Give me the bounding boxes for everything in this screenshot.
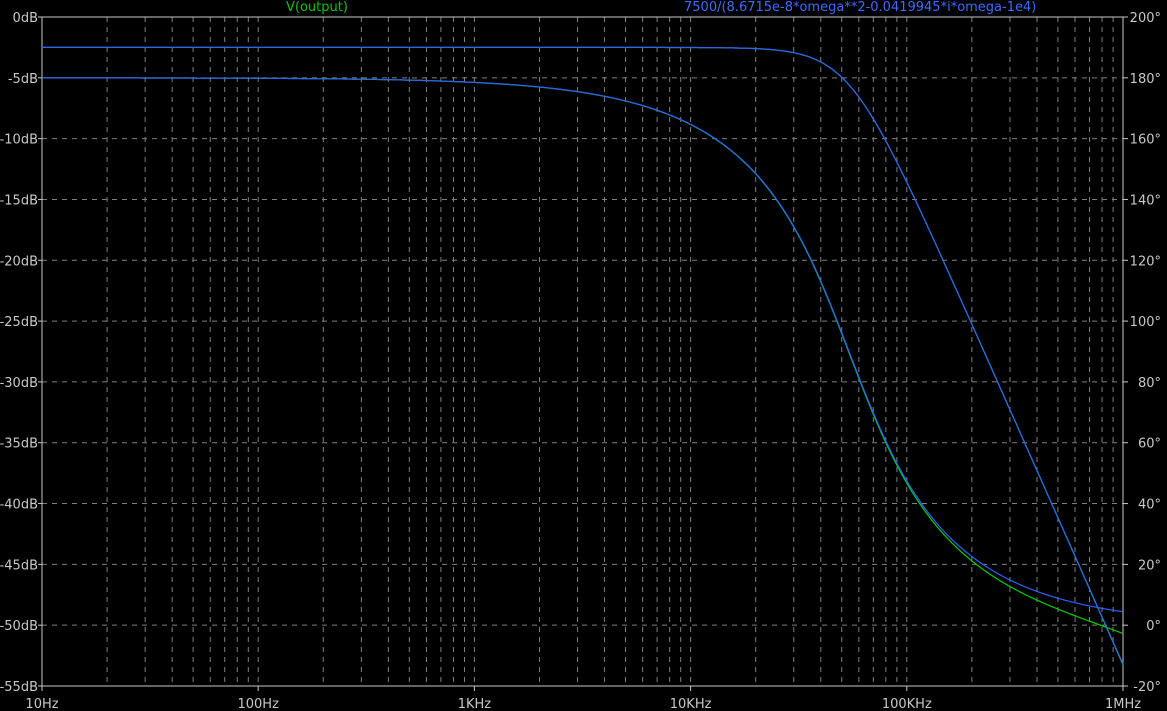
y-left-tick-label: -20dB [0, 254, 38, 269]
plot-frame [41, 16, 1124, 687]
y-left-tick-label: -25dB [0, 315, 38, 330]
x-tick-label: 10Hz [25, 697, 58, 711]
y-left-tick-label: -55dB [0, 680, 38, 695]
y-left-tick-label: -35dB [0, 437, 38, 452]
y-right-tick-label: 200° [1130, 11, 1161, 26]
y-left-tick-label: -30dB [0, 376, 38, 391]
bode-plot: 0dB -5dB -10dB -15dB -20dB -25dB -30dB -35dB -40… [0, 11, 1161, 711]
y-left-tick-label: -40dB [0, 498, 38, 513]
y-left-tick-label: -45dB [0, 558, 38, 573]
x-tick-label: 100KHz [882, 697, 932, 711]
x-tick-label: 1MHz [1105, 697, 1141, 711]
y-right-tick-label: 20° [1138, 558, 1161, 573]
grid [42, 17, 1123, 686]
y-right-tick-label: 0° [1146, 619, 1161, 634]
y-left-tick-label: -15dB [0, 193, 38, 208]
magnitude-curve-v-output [42, 46, 1124, 666]
y-right-tick-label: -20° [1133, 680, 1161, 695]
y-left-tick-label: 0dB [13, 11, 38, 26]
y-right-tick-label: 180° [1130, 72, 1161, 87]
y-right-tick-label: 140° [1130, 193, 1161, 208]
x-tick-label: 100Hz [237, 697, 279, 711]
y-left-tick-label: -50dB [0, 619, 38, 634]
y-right-tick-label: 80° [1138, 376, 1161, 391]
y-right-tick-label: 40° [1138, 498, 1161, 513]
y-left-tick-label: -10dB [0, 133, 38, 148]
y-right-tick-label: 160° [1130, 133, 1161, 148]
x-tick-label: 1KHz [458, 697, 492, 711]
y-left-tick-label: -5dB [8, 72, 38, 87]
y-right-tick-label: 60° [1138, 437, 1161, 452]
magnitude-curve-expression [42, 46, 1124, 665]
phase-curve-v-output [42, 77, 1124, 634]
x-tick-label: 10KHz [670, 697, 712, 711]
y-right-tick-label: 100° [1130, 315, 1161, 330]
phase-curve-expression [42, 77, 1124, 613]
y-right-tick-label: 120° [1130, 254, 1161, 269]
